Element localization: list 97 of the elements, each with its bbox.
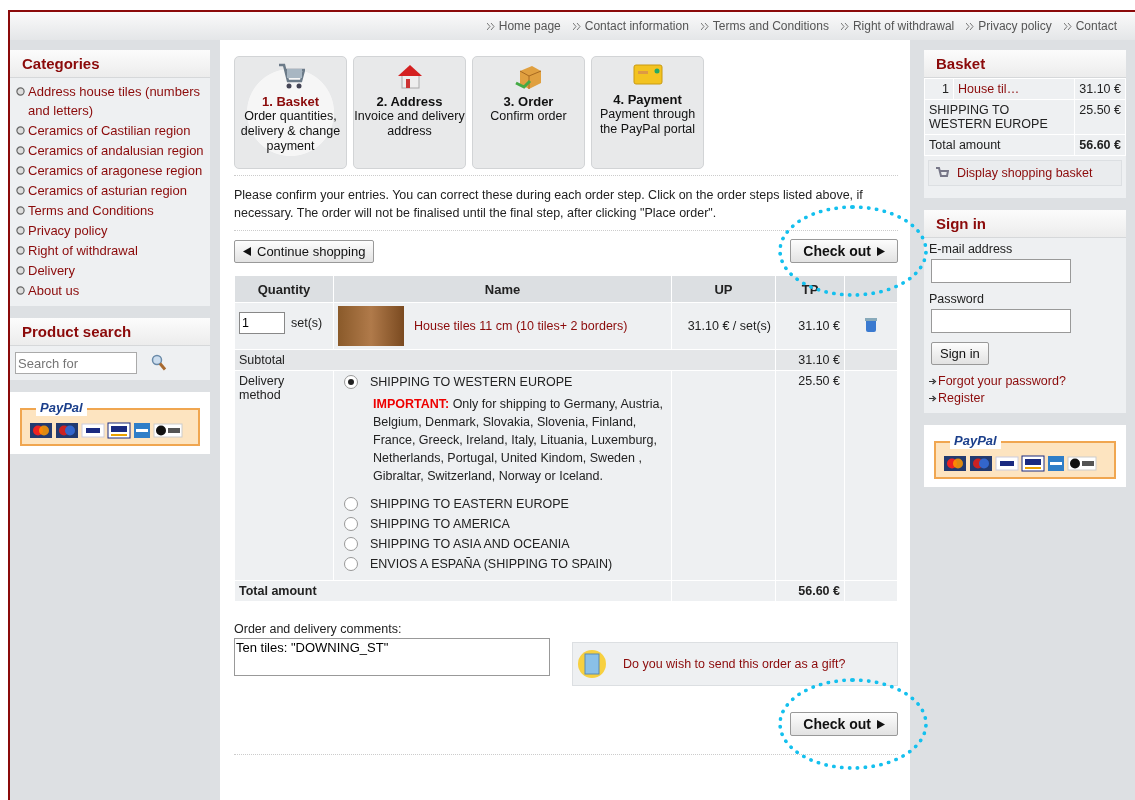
- search-field[interactable]: Search for: [15, 352, 137, 374]
- bullet-icon: [16, 206, 25, 215]
- category-link[interactable]: Delivery: [28, 260, 75, 280]
- radio-label[interactable]: SHIPPING TO ASIA AND OCEANIA: [370, 537, 570, 551]
- intro-text: Please confirm your entries. You can correct these during each order step. Click on the order steps listed above, if necessary. The order will not be finalised until the final step, after clicking "Place order".: [234, 175, 898, 231]
- chevron-icon: [840, 22, 849, 30]
- order-step-tab[interactable]: 4. Payment Payment through the PayPal portal: [591, 56, 704, 169]
- bullet-icon: [16, 146, 25, 155]
- nav-link[interactable]: Home page: [486, 19, 561, 33]
- search-icon[interactable]: [151, 354, 167, 372]
- bullet-icon: [16, 186, 25, 195]
- table-cell: 31.10 € / set(s): [671, 302, 776, 350]
- field-label: E-mail address: [929, 242, 1014, 256]
- comments-label: Order and delivery comments:: [234, 622, 403, 636]
- paypal-logo: PayPal: [36, 400, 87, 416]
- radio-button[interactable]: [344, 537, 358, 551]
- category-link[interactable]: Terms and Conditions: [28, 200, 154, 220]
- radio-button[interactable]: [344, 517, 358, 531]
- back-arrow-icon: [243, 246, 251, 256]
- chevron-icon: [572, 22, 581, 30]
- product-link[interactable]: House tiles 11 cm (10 tiles+ 2 borders): [414, 319, 628, 333]
- sign-in-button[interactable]: Sign in: [931, 342, 989, 365]
- table-cell: 25.50 €: [1074, 99, 1126, 135]
- bullet-icon: [16, 246, 25, 255]
- category-link[interactable]: Ceramics of andalusian region: [28, 140, 204, 160]
- panel-title: Sign in: [924, 210, 1126, 238]
- bullet-icon: [16, 266, 25, 275]
- photo-placeholder: [338, 306, 404, 346]
- category-link[interactable]: Address house tiles (numbers and letters): [28, 81, 204, 120]
- category-link[interactable]: About us: [28, 280, 80, 300]
- play-arrow-icon: [877, 719, 885, 729]
- order-step-tab[interactable]: 3. Order Confirm order: [472, 56, 585, 169]
- table-cell: 25.50 €: [775, 370, 845, 581]
- field-label: Password: [929, 292, 985, 306]
- panel-title: Basket: [924, 50, 1126, 78]
- card-logos-icon: [28, 420, 184, 440]
- category-link[interactable]: Ceramics of asturian region: [28, 180, 187, 200]
- arrow-icon: [929, 377, 937, 385]
- order-step-tab[interactable]: 1. Basket Order quantities, delivery & change payment: [234, 56, 347, 169]
- card-logos-icon: [942, 453, 1098, 473]
- panel-title: Product search: [10, 318, 210, 346]
- checkout-button[interactable]: Check out: [790, 239, 898, 263]
- checkout-button[interactable]: Check out: [790, 712, 898, 736]
- comments-field[interactable]: Ten tiles: "DOWNING_ST": [234, 638, 550, 676]
- trash-icon[interactable]: [865, 316, 877, 333]
- account-link[interactable]: Register: [938, 391, 985, 405]
- bullet-icon: [16, 126, 25, 135]
- quantity-field[interactable]: 1: [239, 312, 285, 334]
- radio-button[interactable]: [344, 375, 358, 389]
- cart-icon: [935, 166, 949, 180]
- table-cell: SHIPPING TO WESTERN EUROPE: [924, 99, 1075, 135]
- table-cell: 1: [924, 78, 954, 100]
- category-link[interactable]: Privacy policy: [28, 220, 108, 240]
- category-link[interactable]: Right of withdrawal: [28, 240, 138, 260]
- chevron-icon: [486, 22, 495, 30]
- table-cell: Delivery method: [234, 370, 334, 581]
- radio-label[interactable]: SHIPPING TO AMERICA: [370, 517, 510, 531]
- radio-label[interactable]: SHIPPING TO EASTERN EUROPE: [370, 497, 569, 511]
- radio-label[interactable]: SHIPPING TO WESTERN EUROPE: [370, 375, 573, 389]
- table-cell: Total amount: [924, 134, 1075, 156]
- play-arrow-icon: [877, 246, 885, 256]
- category-link[interactable]: Ceramics of Castilian region: [28, 120, 191, 140]
- table-cell: 31.10 €: [775, 302, 845, 350]
- panel-title: Categories: [10, 50, 210, 78]
- bullet-icon: [16, 166, 25, 175]
- chevron-icon: [1063, 22, 1072, 30]
- order-step-tab[interactable]: 2. Address Invoice and delivery address: [353, 56, 466, 169]
- table-cell: Subtotal: [234, 349, 776, 371]
- column-header: Quantity: [234, 275, 334, 303]
- nav-link[interactable]: Contact information: [572, 19, 689, 33]
- chevron-icon: [966, 22, 975, 30]
- nav-link[interactable]: Terms and Conditions: [700, 19, 829, 33]
- chevron-icon: [700, 22, 709, 30]
- radio-button[interactable]: [344, 557, 358, 571]
- password-field[interactable]: [931, 309, 1071, 333]
- category-link[interactable]: Ceramics of aragonese region: [28, 160, 203, 180]
- bullet-icon: [16, 286, 25, 295]
- unit-label: set(s): [291, 316, 323, 330]
- gift-box-icon: [577, 648, 607, 680]
- email-field[interactable]: [931, 259, 1071, 283]
- account-link[interactable]: Forgot your password?: [938, 374, 1066, 388]
- arrow-icon: [929, 394, 937, 402]
- column-header: Name: [333, 275, 672, 303]
- bullet-icon: [16, 87, 25, 96]
- nav-link[interactable]: Right of withdrawal: [840, 19, 955, 33]
- nav-link[interactable]: Contact: [1063, 19, 1117, 33]
- radio-label[interactable]: ENVIOS A ESPAÑA (SHIPPING TO SPAIN): [370, 557, 613, 571]
- nav-link[interactable]: Privacy policy: [966, 19, 1052, 33]
- table-cell: 31.10 €: [1074, 78, 1126, 100]
- shipping-note: IMPORTANT: Only for shipping to Germany, Austria, Belgium, Denmark, Slovakia, Slovenia, Finland, France, Greeck, Ireland, Italy, Lituania, Luxemburg, Netherlands, Portugal, United Kindom, Sweden , Gibraltar, Switzerland, Norway or Iceland.: [373, 396, 663, 485]
- column-header: UP: [671, 275, 776, 303]
- continue-shopping-button[interactable]: Continue shopping: [234, 239, 375, 263]
- paypal-logo: PayPal: [950, 433, 1001, 449]
- radio-button[interactable]: [344, 497, 358, 511]
- cart-icon: [276, 61, 305, 91]
- table-cell: Total amount: [234, 580, 672, 602]
- bullet-icon: [16, 226, 25, 235]
